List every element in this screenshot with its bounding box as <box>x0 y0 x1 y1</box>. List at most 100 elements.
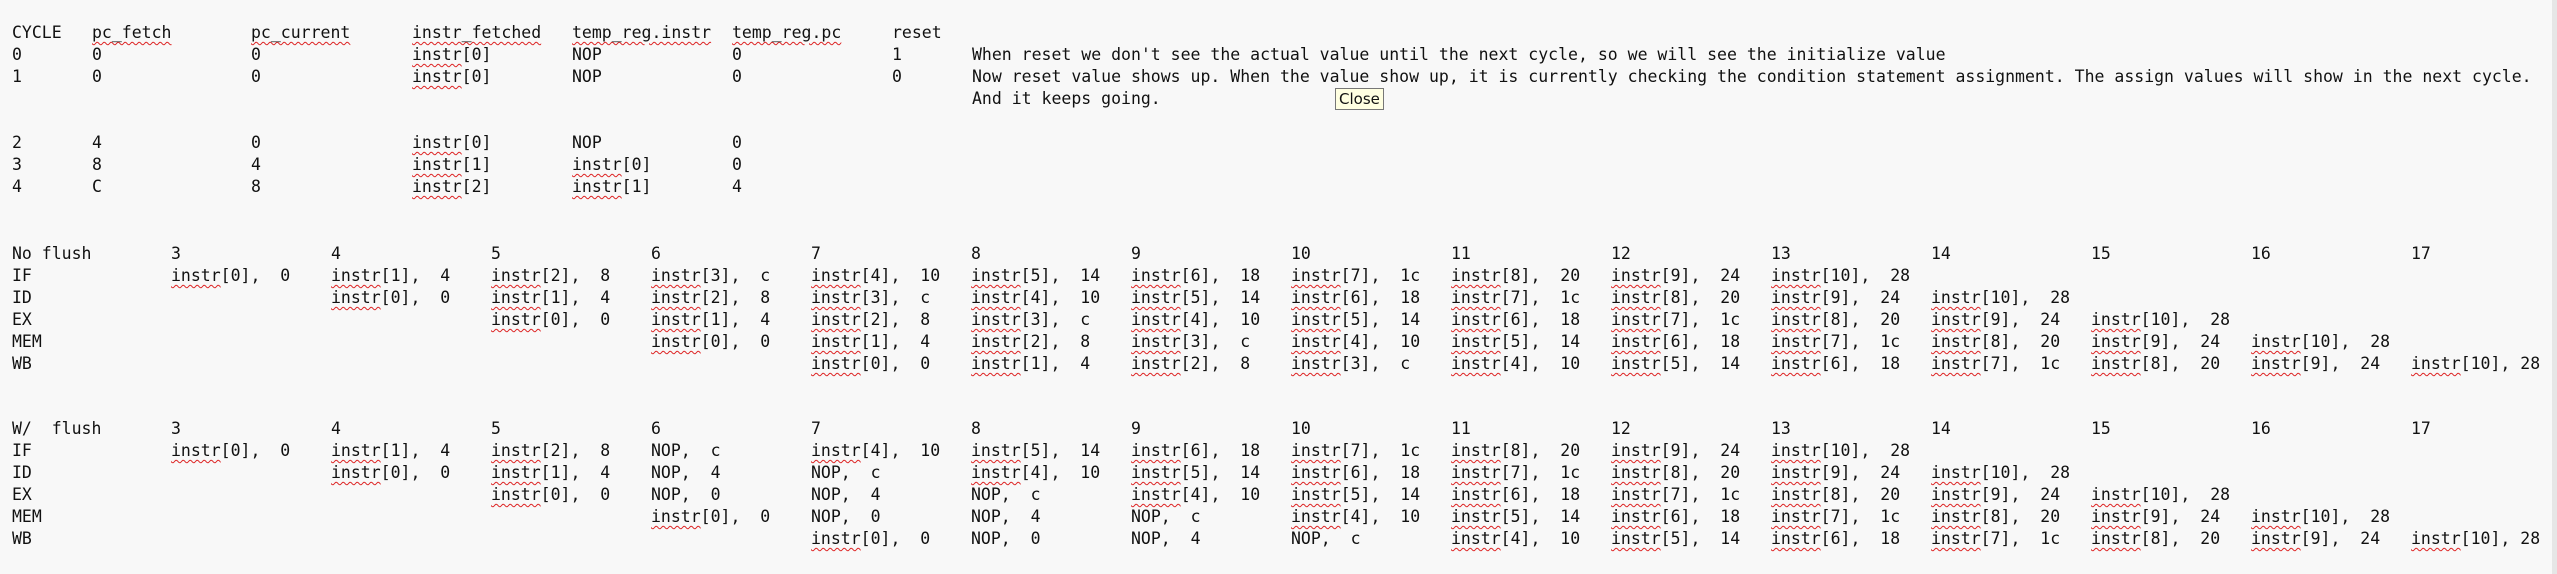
pipeline-cell: instr[5], 14 <box>1131 288 1261 307</box>
cycle-number: 11 <box>1451 244 1471 263</box>
pipeline-cell: NOP, c <box>1131 507 1201 526</box>
pipeline-cell: instr[5], 14 <box>1291 485 1421 504</box>
pipeline-cell: instr[1], 4 <box>331 266 451 285</box>
cycle-number: 6 <box>651 244 661 263</box>
stage-label: ID <box>12 288 32 307</box>
table-cell: 4 <box>12 177 22 196</box>
table-cell: 0 <box>892 67 902 86</box>
pipeline-cell: instr[10], 28 <box>2091 310 2231 329</box>
stage-label: WB <box>12 354 32 373</box>
pipeline-cell: instr[6], 18 <box>1771 354 1901 373</box>
section-title: W/ flush <box>12 419 102 438</box>
pipeline-cell: instr[10], 28 <box>1931 463 2071 482</box>
cycle-number: 8 <box>971 419 981 438</box>
cycle-number: 9 <box>1131 419 1141 438</box>
pipeline-cell: instr[7], 1c <box>1291 266 1421 285</box>
pipeline-cell: NOP, c <box>1291 529 1361 548</box>
cycle-number: 3 <box>171 419 181 438</box>
pipeline-cell: instr[5], 14 <box>1451 507 1581 526</box>
table-cell: 1 <box>12 67 22 86</box>
pipeline-cell: instr[6], 18 <box>1291 288 1421 307</box>
column-header: instr_fetched <box>412 23 542 42</box>
pipeline-cell: instr[1], 4 <box>811 332 931 351</box>
stage-label: MEM <box>12 507 42 526</box>
cycle-number: 7 <box>811 244 821 263</box>
pipeline-cell: NOP, 0 <box>811 507 881 526</box>
pipeline-cell: instr[1], 4 <box>491 288 611 307</box>
stage-label: MEM <box>12 332 42 351</box>
table-cell: 0 <box>251 45 261 64</box>
pipeline-cell: instr[0], 0 <box>491 310 611 329</box>
cycle-number: 17 <box>2411 244 2431 263</box>
pipeline-cell: instr[1], 4 <box>971 354 1091 373</box>
table-cell: 1 <box>892 45 902 64</box>
table-cell: 2 <box>12 133 22 152</box>
pipeline-cell: instr[9], 24 <box>1771 288 1901 307</box>
pipeline-cell: NOP, c <box>811 463 881 482</box>
note-text: Now reset value shows up. When the value… <box>972 67 2532 86</box>
pipeline-cell: instr[0], 0 <box>331 463 451 482</box>
pipeline-cell: instr[6], 18 <box>1131 266 1261 285</box>
pipeline-cell: instr[4], 10 <box>1451 354 1581 373</box>
table-cell: instr[0] <box>572 155 652 174</box>
stage-label: IF <box>12 441 32 460</box>
pipeline-cell: instr[5], 14 <box>1451 332 1581 351</box>
cycle-number: 13 <box>1771 244 1791 263</box>
pipeline-cell: instr[9], 24 <box>2251 529 2381 548</box>
pipeline-cell: instr[4], 10 <box>1131 310 1261 329</box>
pipeline-cell: instr[7], 1c <box>1291 441 1421 460</box>
table-cell: 0 <box>732 67 742 86</box>
cycle-number: 17 <box>2411 419 2431 438</box>
table-cell: 4 <box>732 177 742 196</box>
table-cell: 8 <box>251 177 261 196</box>
pipeline-cell: instr[0], 0 <box>651 507 771 526</box>
column-header: pc_fetch <box>92 23 172 42</box>
pipeline-cell: instr[6], 18 <box>1611 507 1741 526</box>
stage-label: EX <box>12 485 32 504</box>
pipeline-cell: instr[6], 18 <box>1291 463 1421 482</box>
cycle-number: 4 <box>331 419 341 438</box>
table-cell: C <box>92 177 102 196</box>
pipeline-cell: instr[10], 28 <box>1931 288 2071 307</box>
cycle-number: 4 <box>331 244 341 263</box>
pipeline-cell: instr[5], 14 <box>1291 310 1421 329</box>
pipeline-cell: instr[8], 20 <box>1451 266 1581 285</box>
pipeline-cell: instr[8], 20 <box>1931 507 2061 526</box>
table-cell: 0 <box>251 133 261 152</box>
pipeline-cell: NOP, 4 <box>1131 529 1201 548</box>
pipeline-cell: instr[9], 24 <box>2091 332 2221 351</box>
pipeline-cell: instr[6], 18 <box>1451 310 1581 329</box>
table-cell: 0 <box>732 133 742 152</box>
pipeline-cell: instr[5], 14 <box>971 441 1101 460</box>
pipeline-cell: instr[3], c <box>651 266 771 285</box>
pipeline-cell: instr[10], 28 <box>2411 529 2541 548</box>
pipeline-cell: instr[7], 1c <box>1611 310 1741 329</box>
pipeline-cell: instr[7], 1c <box>1771 332 1901 351</box>
close-tooltip[interactable]: Close <box>1335 88 1384 110</box>
cycle-number: 16 <box>2251 244 2271 263</box>
pipeline-cell: instr[8], 20 <box>1771 485 1901 504</box>
pipeline-cell: NOP, c <box>651 441 721 460</box>
table-cell: NOP <box>572 45 602 64</box>
pipeline-cell: instr[2], 8 <box>491 266 611 285</box>
pipeline-cell: instr[4], 10 <box>1131 485 1261 504</box>
cycle-number: 15 <box>2091 244 2111 263</box>
cycle-number: 12 <box>1611 419 1631 438</box>
table-cell: instr[0] <box>412 45 492 64</box>
pipeline-cell: instr[2], 8 <box>651 288 771 307</box>
pipeline-cell: instr[5], 14 <box>1131 463 1261 482</box>
table-cell: instr[1] <box>412 155 492 174</box>
cycle-number: 11 <box>1451 419 1471 438</box>
table-cell: 4 <box>92 133 102 152</box>
pipeline-cell: instr[1], 4 <box>491 463 611 482</box>
vertical-scrollbar[interactable] <box>2552 0 2557 574</box>
pipeline-cell: instr[10], 28 <box>1771 441 1911 460</box>
cycle-number: 6 <box>651 419 661 438</box>
pipeline-cell: instr[1], 4 <box>331 441 451 460</box>
table-cell: instr[1] <box>572 177 652 196</box>
table-cell: 0 <box>92 67 102 86</box>
column-header: temp_reg.instr <box>572 23 712 42</box>
pipeline-cell: instr[10], 28 <box>1771 266 1911 285</box>
table-cell: instr[2] <box>412 177 492 196</box>
pipeline-cell: instr[7], 1c <box>1931 354 2061 373</box>
